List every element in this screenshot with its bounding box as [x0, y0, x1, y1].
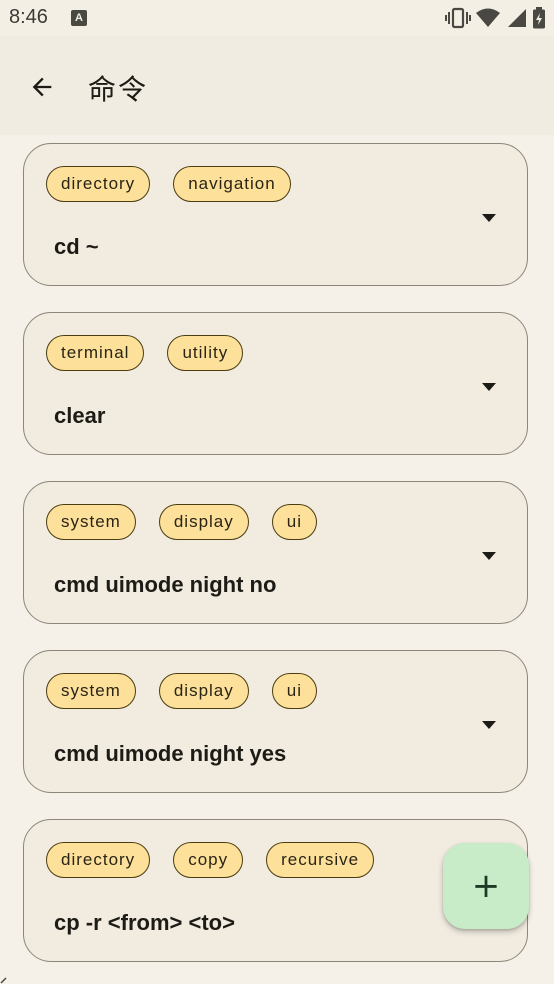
notification-icon: A [71, 10, 87, 26]
tag-chip[interactable]: terminal [46, 335, 145, 371]
tag-list: directory copy recursive [46, 842, 375, 878]
command-text: cmd uimode night yes [54, 741, 287, 766]
tag-chip[interactable]: recursive [266, 842, 375, 878]
tag-chip[interactable]: ui [271, 504, 317, 540]
command-card[interactable]: system display ui cmd uimode night no [23, 481, 528, 624]
command-text: cd ~ [54, 234, 99, 259]
tag-chip[interactable]: directory [46, 842, 151, 878]
vibrate-icon [444, 7, 471, 29]
status-icons [444, 7, 546, 29]
command-card[interactable]: terminal utility clear [23, 312, 528, 455]
expand-button[interactable] [475, 204, 503, 232]
back-button[interactable] [18, 63, 66, 111]
tag-chip[interactable]: ui [271, 673, 317, 709]
expand-button[interactable] [475, 711, 503, 739]
tag-chip[interactable]: display [158, 673, 249, 709]
battery-icon [533, 7, 545, 29]
tag-chip[interactable]: system [46, 504, 136, 540]
status-time: 8:46 [9, 6, 48, 28]
tag-list: system display ui [46, 504, 317, 540]
status-bar: 8:46 A [0, 0, 554, 36]
command-text: clear [54, 403, 106, 428]
tag-list: directory navigation [46, 166, 291, 202]
add-icon: + [471, 866, 501, 906]
add-command-button[interactable]: + [443, 843, 529, 929]
tag-chip[interactable]: copy [173, 842, 244, 878]
dropdown-arrow-icon [482, 721, 496, 729]
tag-list: system display ui [46, 673, 317, 709]
tag-chip[interactable]: utility [167, 335, 244, 371]
arrow-back-icon [32, 77, 52, 97]
dropdown-arrow-icon [482, 552, 496, 560]
tag-chip[interactable]: directory [46, 166, 151, 202]
tag-chip[interactable]: display [158, 504, 249, 540]
command-card[interactable]: directory navigation cd ~ [23, 143, 528, 286]
expand-button[interactable] [475, 373, 503, 401]
tag-chip[interactable]: system [46, 673, 136, 709]
corner-mark-icon [0, 977, 7, 984]
dropdown-arrow-icon [482, 383, 496, 391]
tag-list: terminal utility [46, 335, 244, 371]
command-text: cp -r <from> <to> [54, 910, 235, 935]
dropdown-arrow-icon [482, 214, 496, 222]
cell-signal-icon [507, 9, 526, 27]
wifi-icon [476, 8, 501, 27]
tag-chip[interactable]: navigation [173, 166, 291, 202]
command-card[interactable]: system display ui cmd uimode night yes [23, 650, 528, 793]
expand-button[interactable] [475, 542, 503, 570]
top-app-bar: 命令 [0, 36, 554, 135]
page-title: 命令 [88, 73, 149, 106]
command-text: cmd uimode night no [54, 572, 277, 597]
